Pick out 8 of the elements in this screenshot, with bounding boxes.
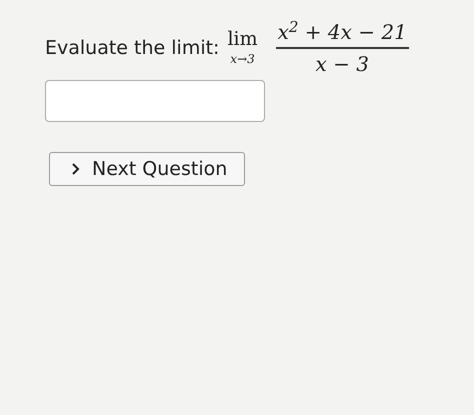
- fraction-numerator: x$^{2}$ + 4x − 21: [276, 17, 408, 46]
- answer-field[interactable]: [45, 80, 265, 122]
- fraction-denominator: x − 3: [316, 50, 369, 78]
- limit-operator: lim: [227, 28, 258, 50]
- next-question-button[interactable]: Next Question: [49, 152, 245, 186]
- question-text: Evaluate the limit:: [45, 36, 220, 61]
- limit-subscript: x→3: [230, 51, 255, 68]
- chevron-icon: [72, 163, 80, 175]
